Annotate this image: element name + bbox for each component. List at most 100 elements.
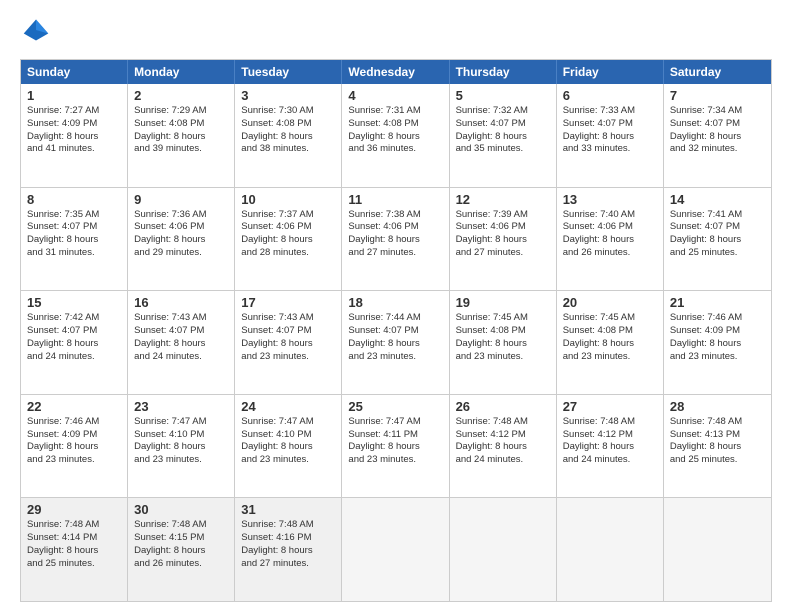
cal-cell: 12Sunrise: 7:39 AMSunset: 4:06 PMDayligh…: [450, 188, 557, 291]
day-number: 4: [348, 88, 442, 103]
page: SundayMondayTuesdayWednesdayThursdayFrid…: [0, 0, 792, 612]
cell-info-line: Sunrise: 7:36 AM: [134, 209, 228, 222]
cell-info-line: Daylight: 8 hours: [241, 234, 335, 247]
cal-cell: [342, 498, 449, 601]
cell-info-line: and 38 minutes.: [241, 143, 335, 156]
day-number: 25: [348, 399, 442, 414]
cell-info-line: and 24 minutes.: [27, 351, 121, 364]
cell-info-line: Sunrise: 7:48 AM: [134, 519, 228, 532]
cell-info-line: and 28 minutes.: [241, 247, 335, 260]
day-number: 31: [241, 502, 335, 517]
cal-week-row: 15Sunrise: 7:42 AMSunset: 4:07 PMDayligh…: [21, 290, 771, 394]
cell-info-line: Sunset: 4:07 PM: [134, 325, 228, 338]
day-number: 15: [27, 295, 121, 310]
cell-info-line: Sunset: 4:06 PM: [456, 221, 550, 234]
cell-info-line: Sunset: 4:12 PM: [456, 429, 550, 442]
day-number: 27: [563, 399, 657, 414]
cell-info-line: Sunrise: 7:48 AM: [670, 416, 765, 429]
cell-info-line: Sunrise: 7:45 AM: [563, 312, 657, 325]
cell-info-line: and 27 minutes.: [456, 247, 550, 260]
cal-week-row: 1Sunrise: 7:27 AMSunset: 4:09 PMDaylight…: [21, 84, 771, 187]
cell-info-line: Sunrise: 7:46 AM: [670, 312, 765, 325]
cell-info-line: Daylight: 8 hours: [241, 131, 335, 144]
day-number: 30: [134, 502, 228, 517]
cell-info-line: Sunrise: 7:48 AM: [456, 416, 550, 429]
cal-cell: 17Sunrise: 7:43 AMSunset: 4:07 PMDayligh…: [235, 291, 342, 394]
cell-info-line: Daylight: 8 hours: [563, 441, 657, 454]
cal-cell: 7Sunrise: 7:34 AMSunset: 4:07 PMDaylight…: [664, 84, 771, 187]
cell-info-line: Sunrise: 7:33 AM: [563, 105, 657, 118]
cal-cell: [557, 498, 664, 601]
day-number: 14: [670, 192, 765, 207]
day-number: 6: [563, 88, 657, 103]
day-number: 5: [456, 88, 550, 103]
cal-cell: 27Sunrise: 7:48 AMSunset: 4:12 PMDayligh…: [557, 395, 664, 498]
cal-cell: 20Sunrise: 7:45 AMSunset: 4:08 PMDayligh…: [557, 291, 664, 394]
cell-info-line: Sunrise: 7:32 AM: [456, 105, 550, 118]
cell-info-line: Sunset: 4:07 PM: [348, 325, 442, 338]
cell-info-line: Sunrise: 7:41 AM: [670, 209, 765, 222]
day-header-wednesday: Wednesday: [342, 60, 449, 84]
cell-info-line: Sunrise: 7:31 AM: [348, 105, 442, 118]
cal-cell: 5Sunrise: 7:32 AMSunset: 4:07 PMDaylight…: [450, 84, 557, 187]
cal-cell: 24Sunrise: 7:47 AMSunset: 4:10 PMDayligh…: [235, 395, 342, 498]
cal-cell: 19Sunrise: 7:45 AMSunset: 4:08 PMDayligh…: [450, 291, 557, 394]
cal-cell: 25Sunrise: 7:47 AMSunset: 4:11 PMDayligh…: [342, 395, 449, 498]
cal-cell: [450, 498, 557, 601]
cal-cell: 8Sunrise: 7:35 AMSunset: 4:07 PMDaylight…: [21, 188, 128, 291]
cell-info-line: Sunset: 4:07 PM: [27, 221, 121, 234]
cal-week-row: 22Sunrise: 7:46 AMSunset: 4:09 PMDayligh…: [21, 394, 771, 498]
cal-cell: 10Sunrise: 7:37 AMSunset: 4:06 PMDayligh…: [235, 188, 342, 291]
cal-cell: [664, 498, 771, 601]
cell-info-line: Daylight: 8 hours: [134, 545, 228, 558]
day-number: 24: [241, 399, 335, 414]
day-number: 1: [27, 88, 121, 103]
day-number: 7: [670, 88, 765, 103]
cell-info-line: Sunset: 4:07 PM: [241, 325, 335, 338]
cell-info-line: Sunrise: 7:27 AM: [27, 105, 121, 118]
cell-info-line: and 24 minutes.: [134, 351, 228, 364]
cell-info-line: and 24 minutes.: [456, 454, 550, 467]
cal-week-row: 8Sunrise: 7:35 AMSunset: 4:07 PMDaylight…: [21, 187, 771, 291]
cell-info-line: Sunset: 4:08 PM: [134, 118, 228, 131]
cell-info-line: Daylight: 8 hours: [456, 131, 550, 144]
day-header-friday: Friday: [557, 60, 664, 84]
cell-info-line: Daylight: 8 hours: [27, 338, 121, 351]
cell-info-line: Sunrise: 7:34 AM: [670, 105, 765, 118]
cell-info-line: and 26 minutes.: [134, 558, 228, 571]
cell-info-line: and 41 minutes.: [27, 143, 121, 156]
cell-info-line: Sunset: 4:16 PM: [241, 532, 335, 545]
cell-info-line: Daylight: 8 hours: [241, 545, 335, 558]
day-header-thursday: Thursday: [450, 60, 557, 84]
cell-info-line: Sunset: 4:15 PM: [134, 532, 228, 545]
cell-info-line: Daylight: 8 hours: [134, 234, 228, 247]
cell-info-line: Daylight: 8 hours: [670, 234, 765, 247]
day-header-sunday: Sunday: [21, 60, 128, 84]
day-number: 17: [241, 295, 335, 310]
cal-cell: 31Sunrise: 7:48 AMSunset: 4:16 PMDayligh…: [235, 498, 342, 601]
cell-info-line: and 23 minutes.: [134, 454, 228, 467]
cal-cell: 29Sunrise: 7:48 AMSunset: 4:14 PMDayligh…: [21, 498, 128, 601]
cell-info-line: Daylight: 8 hours: [563, 338, 657, 351]
day-number: 12: [456, 192, 550, 207]
cell-info-line: and 23 minutes.: [27, 454, 121, 467]
cal-cell: 16Sunrise: 7:43 AMSunset: 4:07 PMDayligh…: [128, 291, 235, 394]
cell-info-line: and 36 minutes.: [348, 143, 442, 156]
cell-info-line: Sunset: 4:06 PM: [563, 221, 657, 234]
calendar-header: SundayMondayTuesdayWednesdayThursdayFrid…: [21, 60, 771, 84]
cal-cell: 22Sunrise: 7:46 AMSunset: 4:09 PMDayligh…: [21, 395, 128, 498]
cal-cell: 9Sunrise: 7:36 AMSunset: 4:06 PMDaylight…: [128, 188, 235, 291]
cell-info-line: Sunset: 4:10 PM: [241, 429, 335, 442]
day-header-saturday: Saturday: [664, 60, 771, 84]
cell-info-line: Sunrise: 7:44 AM: [348, 312, 442, 325]
cell-info-line: Sunset: 4:12 PM: [563, 429, 657, 442]
day-number: 28: [670, 399, 765, 414]
logo: [20, 16, 54, 49]
cell-info-line: Sunrise: 7:38 AM: [348, 209, 442, 222]
day-number: 23: [134, 399, 228, 414]
cell-info-line: Sunrise: 7:47 AM: [348, 416, 442, 429]
cal-cell: 2Sunrise: 7:29 AMSunset: 4:08 PMDaylight…: [128, 84, 235, 187]
cell-info-line: and 23 minutes.: [563, 351, 657, 364]
day-header-tuesday: Tuesday: [235, 60, 342, 84]
day-number: 20: [563, 295, 657, 310]
